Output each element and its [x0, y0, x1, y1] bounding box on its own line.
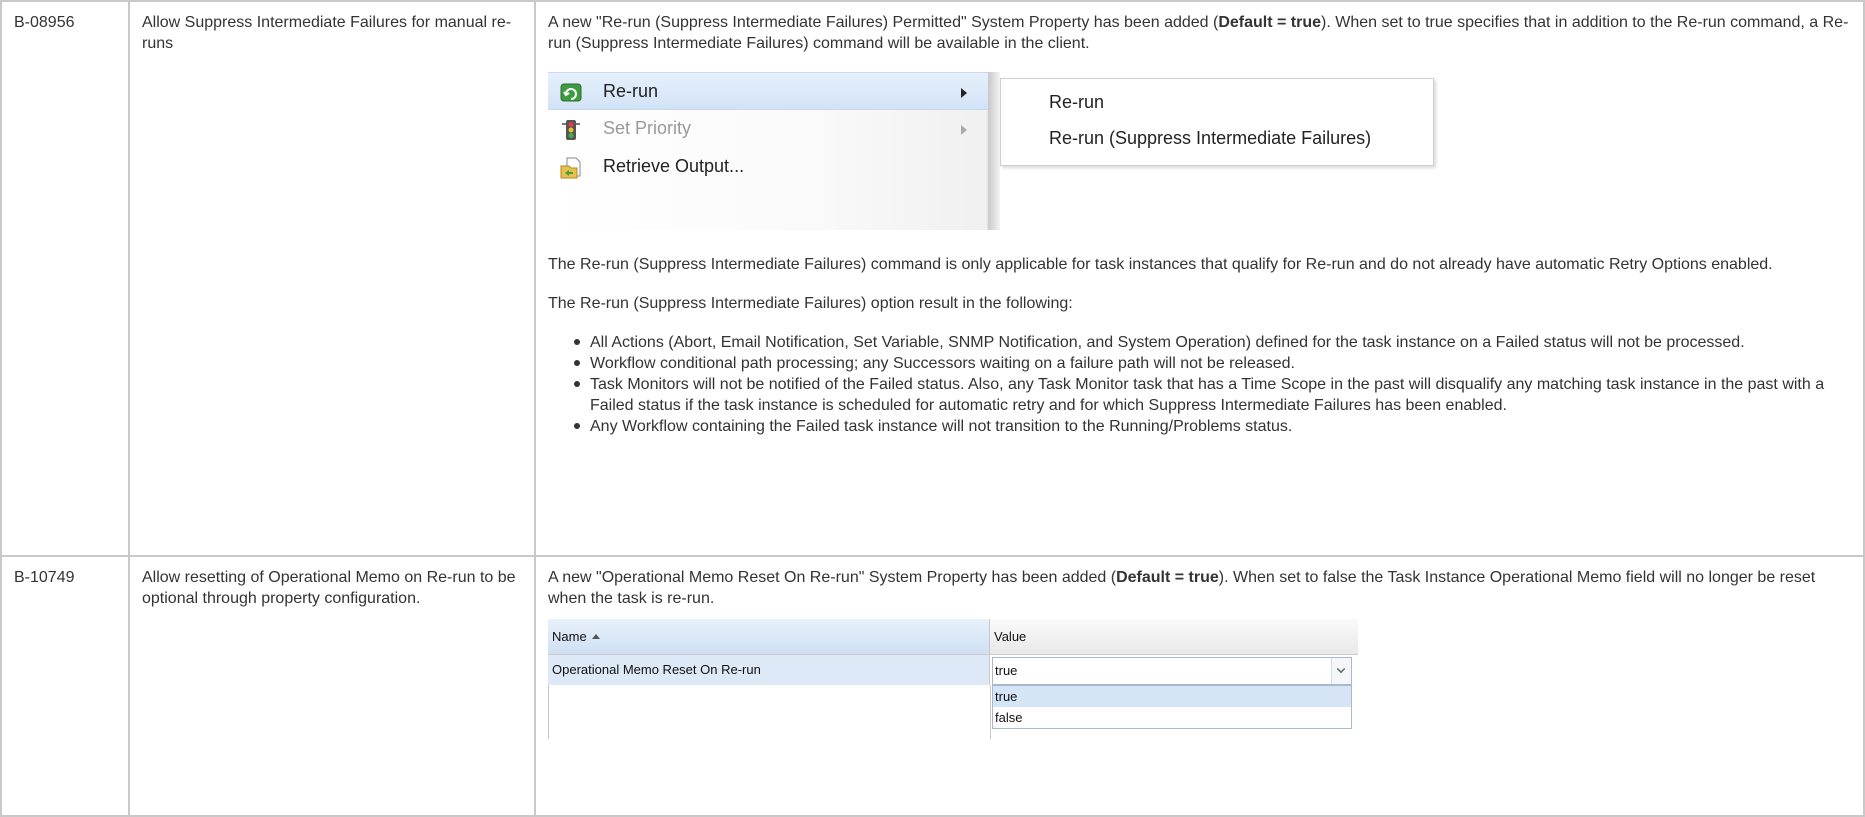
menu-item-rerun[interactable]: Re-run — [548, 72, 988, 110]
traffic-light-icon — [562, 120, 580, 140]
list-item: Task Monitors will not be notified of th… — [574, 374, 1851, 416]
issue-summary: Allow resetting of Operational Memo on R… — [128, 555, 536, 817]
menu-item-set-priority[interactable]: Set Priority — [548, 110, 988, 148]
effects-list: All Actions (Abort, Email Notification, … — [548, 332, 1851, 437]
submenu-item-rerun-suppress[interactable]: Re-run (Suppress Intermediate Failures) — [1049, 123, 1371, 153]
dropdown-trigger[interactable] — [1331, 658, 1351, 684]
retrieve-output-icon — [560, 157, 581, 179]
description-paragraph: The Re-run (Suppress Intermediate Failur… — [548, 295, 1073, 312]
issue-description: A new "Operational Memo Reset On Re-run"… — [534, 555, 1865, 817]
rerun-submenu: Re-run Re-run (Suppress Intermediate Fai… — [1000, 78, 1434, 166]
issue-summary: Allow Suppress Intermediate Failures for… — [128, 0, 536, 557]
property-name-cell[interactable]: Operational Memo Reset On Re-run — [548, 655, 990, 685]
value-dropdown-list: true false — [992, 685, 1352, 729]
column-header-value[interactable]: Value — [990, 619, 1358, 655]
description-paragraph: The Re-run (Suppress Intermediate Failur… — [548, 256, 1773, 273]
description-paragraph: A new "Operational Memo Reset On Re-run"… — [548, 569, 1816, 607]
column-header-name[interactable]: Name — [548, 619, 990, 655]
issue-id: B-10749 — [0, 555, 130, 817]
list-item: All Actions (Abort, Email Notification, … — [574, 332, 1851, 353]
description-paragraph: A new "Re-run (Suppress Intermediate Fai… — [548, 14, 1849, 52]
release-notes-table: B-08956 Allow Suppress Intermediate Fail… — [0, 0, 1865, 817]
menu-item-retrieve-output[interactable]: Retrieve Output... — [548, 148, 988, 186]
table-row: B-08956 Allow Suppress Intermediate Fail… — [0, 0, 1865, 557]
issue-id: B-08956 — [0, 0, 130, 557]
submenu-arrow-icon — [961, 88, 967, 98]
property-grid-screenshot: Name Value Operational Memo Reset On Re-… — [548, 619, 1358, 739]
rerun-icon — [560, 83, 582, 102]
value-combobox[interactable]: true — [992, 657, 1352, 685]
sort-ascending-icon — [591, 634, 600, 639]
context-menu-screenshot: Re-run Set Priority Retrieve Output... R… — [548, 72, 1528, 230]
chevron-down-icon — [1336, 664, 1346, 674]
submenu-item-rerun[interactable]: Re-run — [1049, 87, 1104, 117]
dropdown-option-true[interactable]: true — [993, 686, 1351, 707]
list-item: Any Workflow containing the Failed task … — [574, 416, 1851, 437]
dropdown-option-false[interactable]: false — [993, 707, 1351, 728]
list-item: Workflow conditional path processing; an… — [574, 353, 1851, 374]
issue-description: A new "Re-run (Suppress Intermediate Fai… — [534, 0, 1865, 557]
table-row: B-10749 Allow resetting of Operational M… — [0, 555, 1865, 817]
submenu-arrow-icon — [961, 125, 967, 135]
